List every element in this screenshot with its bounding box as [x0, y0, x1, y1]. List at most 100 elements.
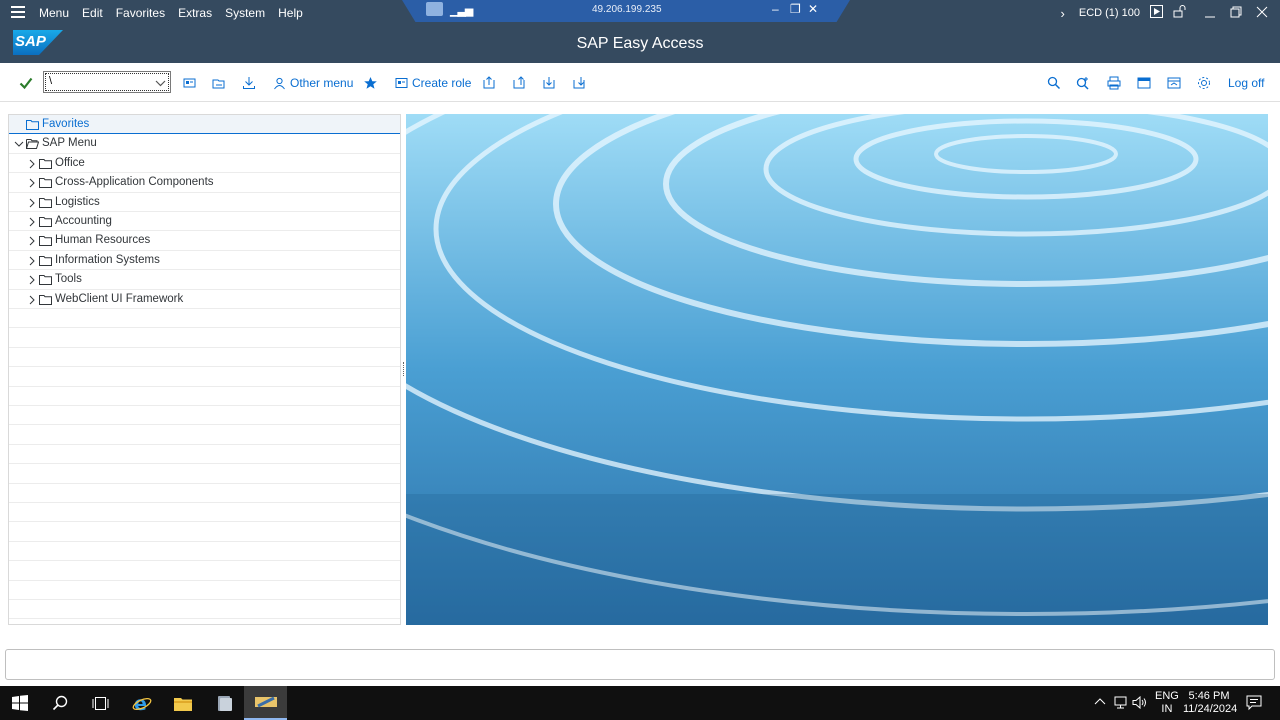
play-icon[interactable]	[1150, 5, 1163, 21]
open-folder-icon[interactable]	[212, 75, 226, 91]
internet-explorer-icon[interactable]: e	[122, 686, 162, 720]
file-explorer-icon[interactable]	[163, 686, 203, 720]
show-hidden-icons-icon[interactable]	[1094, 696, 1106, 720]
tree-item-sap-menu[interactable]: SAP Menu	[9, 134, 400, 153]
clock-date: 11/24/2024	[1183, 703, 1235, 716]
hamburger-menu-icon[interactable]	[11, 6, 25, 18]
add-favorite-star-icon[interactable]	[363, 75, 378, 91]
input-language-bottom: IN	[1155, 703, 1179, 716]
sap-gui-taskbar-button[interactable]	[244, 686, 287, 720]
remote-connection-bar: ▁▃▅ 49.206.199.235 – ❐ ✕	[402, 0, 850, 22]
chevron-right-icon[interactable]	[27, 216, 37, 230]
minimize-remote-icon[interactable]: –	[772, 2, 779, 16]
close-icon[interactable]	[1256, 6, 1268, 21]
find-next-icon[interactable]	[1076, 75, 1090, 91]
minimize-icon[interactable]	[1204, 6, 1216, 21]
tree-item-label: Cross-Application Components	[55, 176, 214, 188]
tree-item-label: Information Systems	[55, 254, 160, 266]
close-remote-icon[interactable]: ✕	[808, 2, 818, 16]
tree-item[interactable]: WebClient UI Framework	[9, 290, 400, 309]
shortcut-icon[interactable]	[1167, 75, 1181, 91]
tree-item[interactable]: Logistics	[9, 193, 400, 212]
move-up-icon[interactable]	[482, 75, 496, 91]
volume-icon[interactable]	[1132, 696, 1148, 720]
menu-item-system[interactable]: System	[225, 6, 265, 20]
notifications-icon[interactable]	[1246, 695, 1262, 720]
menu-item-extras[interactable]: Extras	[178, 6, 212, 20]
tree-item-label: Office	[55, 157, 85, 169]
menu-item-edit[interactable]: Edit	[82, 6, 103, 20]
menu-item-menu[interactable]: Menu	[39, 6, 69, 20]
windows-start-icon[interactable]	[0, 686, 40, 720]
tree-item-label: Logistics	[55, 196, 100, 208]
toolbar: \ Other menu Create role Log off	[0, 63, 1280, 102]
empty-tree-row	[9, 484, 400, 503]
tree-item[interactable]: Information Systems	[9, 251, 400, 270]
tree-item-label: WebClient UI Framework	[55, 293, 183, 305]
unlock-icon[interactable]	[1173, 5, 1186, 21]
chevron-right-icon[interactable]	[27, 294, 37, 308]
move-down-icon[interactable]	[542, 75, 556, 91]
menu-item-favorites[interactable]: Favorites	[116, 6, 165, 20]
enter-checkmark-icon[interactable]	[19, 75, 33, 91]
remote-desktop-icon	[426, 2, 443, 16]
chevron-down-icon[interactable]	[14, 138, 24, 152]
other-menu-button[interactable]: Other menu	[273, 75, 353, 91]
network-icon[interactable]	[1113, 696, 1128, 720]
log-off-button[interactable]: Log off	[1228, 75, 1264, 91]
find-icon[interactable]	[1047, 75, 1061, 91]
chevron-right-icon[interactable]	[27, 158, 37, 172]
tree-item[interactable]: Office	[9, 154, 400, 173]
remote-address: 49.206.199.235	[592, 4, 662, 15]
folder-icon	[39, 158, 52, 172]
search-icon[interactable]	[40, 686, 80, 720]
empty-tree-row	[9, 522, 400, 541]
tree-item[interactable]: Accounting	[9, 212, 400, 231]
command-field[interactable]: \	[43, 71, 171, 93]
signal-bars-icon: ▁▃▅	[450, 4, 472, 17]
input-language[interactable]: ENG IN	[1155, 690, 1179, 720]
maximize-icon[interactable]	[1230, 6, 1242, 21]
create-role-button[interactable]: Create role	[395, 75, 471, 91]
chevron-right-icon[interactable]	[27, 255, 37, 269]
task-view-icon[interactable]	[80, 686, 120, 720]
chevron-right-icon[interactable]	[27, 197, 37, 211]
restore-remote-icon[interactable]: ❐	[790, 2, 801, 16]
new-session-icon[interactable]	[1137, 75, 1151, 91]
download-icon[interactable]	[242, 75, 256, 91]
empty-tree-row	[9, 464, 400, 483]
print-icon[interactable]	[1107, 75, 1121, 91]
empty-tree-row	[9, 309, 400, 328]
menu-tree: Favorites SAP Menu Office Cross-Applicati…	[8, 114, 401, 625]
system-info[interactable]: ECD (1) 100	[1079, 7, 1140, 19]
chevron-right-icon[interactable]	[27, 274, 37, 288]
display-menu-icon[interactable]	[183, 75, 196, 91]
status-bar	[5, 649, 1275, 680]
move-up-alt-icon[interactable]	[512, 75, 526, 91]
empty-tree-row	[9, 445, 400, 464]
water-ripple-picture	[406, 114, 1268, 625]
menu-items: Menu Edit Favorites Extras System Help	[39, 6, 316, 20]
move-down-alt-icon[interactable]	[572, 75, 586, 91]
tree-item[interactable]: Cross-Application Components	[9, 173, 400, 192]
chevron-right-icon[interactable]	[27, 177, 37, 191]
log-off-label: Log off	[1228, 76, 1264, 90]
tree-item[interactable]: Human Resources	[9, 231, 400, 250]
tree-item-favorites[interactable]: Favorites	[9, 115, 400, 134]
tree-item[interactable]: Tools	[9, 270, 400, 289]
chevron-right-icon[interactable]: ›	[1061, 6, 1065, 21]
tree-item-label: Tools	[55, 273, 82, 285]
empty-tree-row	[9, 561, 400, 580]
settings-icon[interactable]	[1197, 75, 1211, 91]
clock[interactable]: 5:46 PM 11/24/2024	[1183, 690, 1235, 720]
easy-access-background-image	[406, 114, 1268, 625]
tree-item-label: Favorites	[42, 118, 89, 130]
empty-tree-row	[9, 503, 400, 522]
chevron-right-icon[interactable]	[27, 235, 37, 249]
empty-tree-row	[9, 406, 400, 425]
sap-logon-icon[interactable]	[205, 686, 245, 720]
menu-item-help[interactable]: Help	[278, 6, 303, 20]
chevron-down-icon[interactable]	[155, 77, 166, 91]
clock-time: 5:46 PM	[1183, 690, 1235, 703]
title-bar: SAP SAP Easy Access	[0, 25, 1280, 63]
